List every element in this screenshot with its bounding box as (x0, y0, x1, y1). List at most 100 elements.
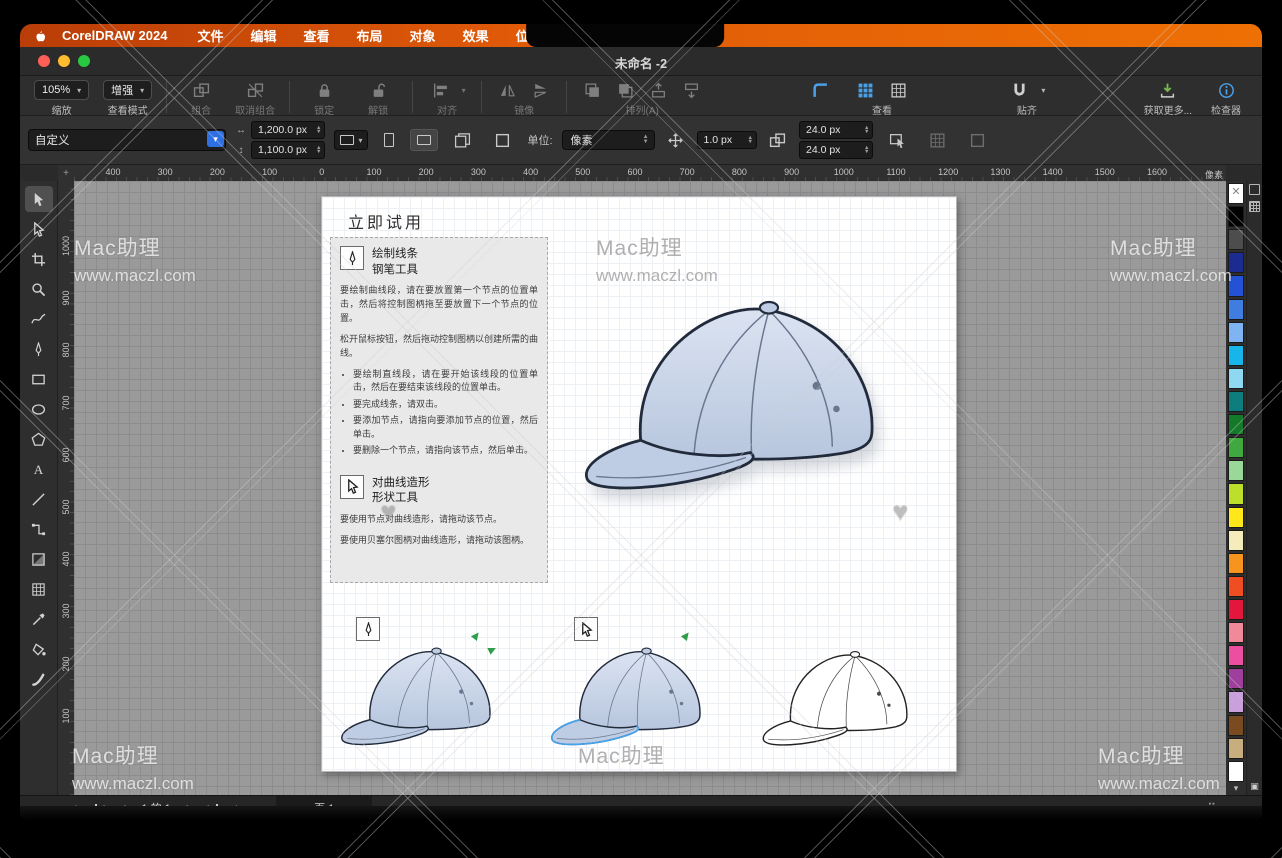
color-swatch-ef4e23[interactable] (1228, 576, 1244, 597)
stepper[interactable]: ▲▼ (748, 136, 753, 145)
menu-item-编辑[interactable]: 编辑 (251, 26, 277, 45)
page-preset-dropdown[interactable]: 自定义 ▾ (28, 129, 226, 151)
back-one-button[interactable] (680, 80, 703, 100)
apple-logo[interactable] (34, 28, 48, 43)
view-mode-dropdown[interactable]: 增强▾ (103, 80, 152, 100)
menu-item-布局[interactable]: 布局 (357, 26, 383, 45)
connector-tool[interactable] (25, 516, 53, 542)
horizontal-ruler[interactable]: 像素 4003002001000100200300400500600700800… (74, 165, 1226, 182)
page-width-field[interactable]: 1,200.0 px ▲▼ (251, 121, 325, 139)
cap-demo-1[interactable]: ▲ ▲ (328, 631, 516, 759)
ungroup-button[interactable] (244, 80, 267, 100)
cap-illustration-large[interactable] (560, 269, 922, 516)
stepper[interactable]: ▲▼ (864, 146, 869, 155)
show-document-grid-button[interactable] (887, 80, 910, 100)
page-height-field[interactable]: 1,100.0 px ▲▼ (251, 141, 325, 159)
color-swatch-none[interactable] (1228, 183, 1244, 204)
transparency-tool[interactable] (25, 546, 53, 572)
show-bleed-button[interactable] (922, 129, 953, 151)
unlock-button[interactable] (367, 80, 390, 100)
color-swatch-3fa83f[interactable] (1228, 437, 1244, 458)
menu-item-对象[interactable]: 对象 (410, 26, 436, 45)
menu-item-效果[interactable]: 效果 (463, 26, 489, 45)
stepper[interactable]: ▲▼ (316, 146, 321, 155)
inspector-button[interactable] (1215, 80, 1238, 100)
mesh-fill-tool[interactable] (25, 576, 53, 602)
drawing-canvas[interactable]: 立即试用 绘制线条 钢笔工具 要绘制曲线段，请在要放置第一个节点的位置单击，然后… (74, 181, 1226, 795)
color-swatch-000000[interactable] (1228, 206, 1244, 227)
snap-button[interactable] (1008, 80, 1031, 100)
menu-item-查看[interactable]: 查看 (304, 26, 330, 45)
ruler-origin[interactable]: + (58, 165, 75, 182)
scroll-corner-icon[interactable]: ▣ (1250, 781, 1259, 792)
color-swatch-3f7de0[interactable] (1228, 299, 1244, 320)
preset-dropdown-button[interactable]: ▾ (207, 131, 224, 147)
color-swatch-2353d4[interactable] (1228, 275, 1244, 296)
shape-tool[interactable] (25, 216, 53, 242)
color-swatch-1b2b8f[interactable] (1228, 252, 1244, 273)
to-back-button[interactable] (614, 80, 637, 100)
show-printable-area-button[interactable] (962, 129, 993, 151)
color-swatch-7a4a21[interactable] (1228, 715, 1244, 736)
color-swatch-f4ecbb[interactable] (1228, 530, 1244, 551)
color-swatch-0e7d7d[interactable] (1228, 391, 1244, 412)
treat-as-filled-button[interactable] (882, 129, 913, 151)
mirror-horizontal-button[interactable] (496, 80, 519, 100)
stepper[interactable]: ▲▼ (864, 126, 869, 135)
color-swatch-8fd8f2[interactable] (1228, 368, 1244, 389)
document-page[interactable]: 立即试用 绘制线条 钢笔工具 要绘制曲线段，请在要放置第一个节点的位置单击，然后… (321, 196, 957, 772)
lock-button[interactable] (313, 80, 336, 100)
app-name[interactable]: CorelDRAW 2024 (62, 28, 167, 43)
color-swatch-c8ad7f[interactable] (1228, 738, 1244, 759)
rectangle-tool[interactable] (25, 366, 53, 392)
color-swatch-4d4d4d[interactable] (1228, 229, 1244, 250)
zoom-level-dropdown[interactable]: 105%▾ (34, 80, 89, 100)
landscape-button[interactable] (410, 129, 438, 151)
color-swatch-9e3f9e[interactable] (1228, 668, 1244, 689)
color-swatch-ffe81a[interactable] (1228, 507, 1244, 528)
palette-options-icon[interactable] (1249, 201, 1260, 212)
vertical-ruler[interactable]: 1000900800700600500400300200100 (58, 181, 75, 795)
color-swatch-ffffff[interactable] (1228, 761, 1244, 782)
brush-tool[interactable] (25, 666, 53, 692)
fill-tool[interactable] (25, 636, 53, 662)
color-swatch-ec4fa0[interactable] (1228, 645, 1244, 666)
bezier-tool[interactable] (25, 336, 53, 362)
cap-demo-3[interactable] (750, 635, 932, 759)
instructions-panel[interactable]: 绘制线条 钢笔工具 要绘制曲线段，请在要放置第一个节点的位置单击，然后将控制图柄… (330, 237, 548, 583)
freehand-tool[interactable] (25, 306, 53, 332)
color-swatch-7fb3f2[interactable] (1228, 322, 1244, 343)
color-swatch-bddf2b[interactable] (1228, 483, 1244, 504)
mirror-vertical-button[interactable] (529, 80, 552, 100)
right-scrollbar[interactable]: ▣ (1246, 181, 1262, 795)
line-tool[interactable] (25, 486, 53, 512)
nudge-distance-field[interactable]: 1.0 px ▲▼ (697, 131, 757, 149)
stepper[interactable]: ▲▼ (316, 126, 321, 135)
palette-scroll-down-button[interactable]: ▾ (1226, 783, 1246, 794)
current-page-button[interactable] (487, 129, 518, 151)
eyedropper-tool[interactable] (25, 606, 53, 632)
duplicate-x-field[interactable]: 24.0 px ▲▼ (799, 121, 873, 139)
color-swatch-18b5ea[interactable] (1228, 345, 1244, 366)
pick-tool[interactable] (25, 186, 53, 212)
color-swatch-137a2a[interactable] (1228, 414, 1244, 435)
cap-demo-2[interactable]: ▲ (538, 631, 726, 759)
portrait-button[interactable] (377, 129, 401, 151)
page-size-options-dropdown[interactable]: ▾ (334, 130, 368, 150)
to-front-button[interactable] (581, 80, 604, 100)
zoom-tool[interactable] (25, 276, 53, 302)
page-border-button[interactable] (809, 80, 832, 100)
forward-one-button[interactable] (647, 80, 670, 100)
get-more-button[interactable] (1156, 80, 1179, 100)
text-tool[interactable] (25, 456, 53, 482)
color-swatch-f08a9b[interactable] (1228, 622, 1244, 643)
show-grid-button[interactable] (854, 80, 877, 100)
duplicate-y-field[interactable]: 24.0 px ▲▼ (799, 141, 873, 159)
page-sorter-icon[interactable] (1249, 184, 1260, 195)
align-button[interactable] (429, 80, 452, 100)
color-swatch-c9a0dc[interactable] (1228, 691, 1244, 712)
window-title-bar[interactable]: 未命名 -2 (20, 47, 1262, 76)
all-pages-button[interactable] (447, 129, 478, 151)
ellipse-tool[interactable] (25, 396, 53, 422)
menu-item-文件[interactable]: 文件 (197, 26, 223, 45)
